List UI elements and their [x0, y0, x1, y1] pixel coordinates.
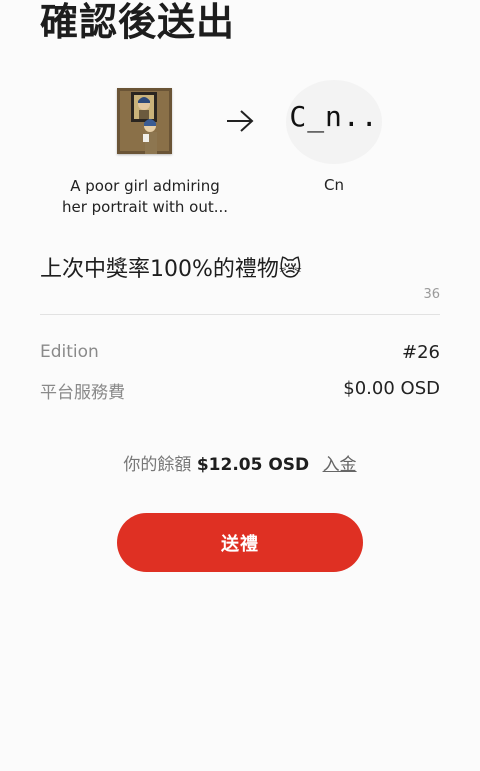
recipient-name: Cn [324, 176, 344, 194]
edition-label: Edition [40, 342, 99, 362]
send-gift-button[interactable]: 送禮 [117, 513, 363, 572]
message-divider [40, 314, 440, 315]
painting-icon [117, 88, 172, 154]
gift-message-input[interactable]: 上次中獎率100%的禮物😿 [40, 254, 440, 286]
message-char-count: 36 [423, 287, 440, 302]
platform-fee-label: 平台服務費 [40, 383, 125, 403]
balance-line: 你的餘額 $12.05 OSD 入金 [0, 450, 480, 475]
top-up-link[interactable]: 入金 [323, 455, 357, 475]
edition-row: Edition #26 [40, 342, 440, 368]
recipient-avatar: C_n.. [286, 80, 382, 164]
platform-fee-value: $0.00 OSD [343, 378, 440, 399]
platform-fee-row: 平台服務費 $0.00 OSD [40, 378, 440, 404]
edition-value: #26 [402, 342, 440, 363]
gift-transfer-summary: C_n.. A poor girl admiring her portrait … [0, 80, 480, 230]
balance-label: 你的餘額 [123, 455, 192, 475]
arrow-right-icon [227, 110, 254, 132]
page-title: 確認後送出 [40, 0, 236, 44]
balance-amount: $12.05 OSD [196, 455, 310, 475]
artwork-thumbnail [117, 88, 172, 154]
recipient-avatar-text: C_n.. [289, 100, 379, 133]
artwork-title: A poor girl admiring her portrait with o… [61, 177, 229, 216]
